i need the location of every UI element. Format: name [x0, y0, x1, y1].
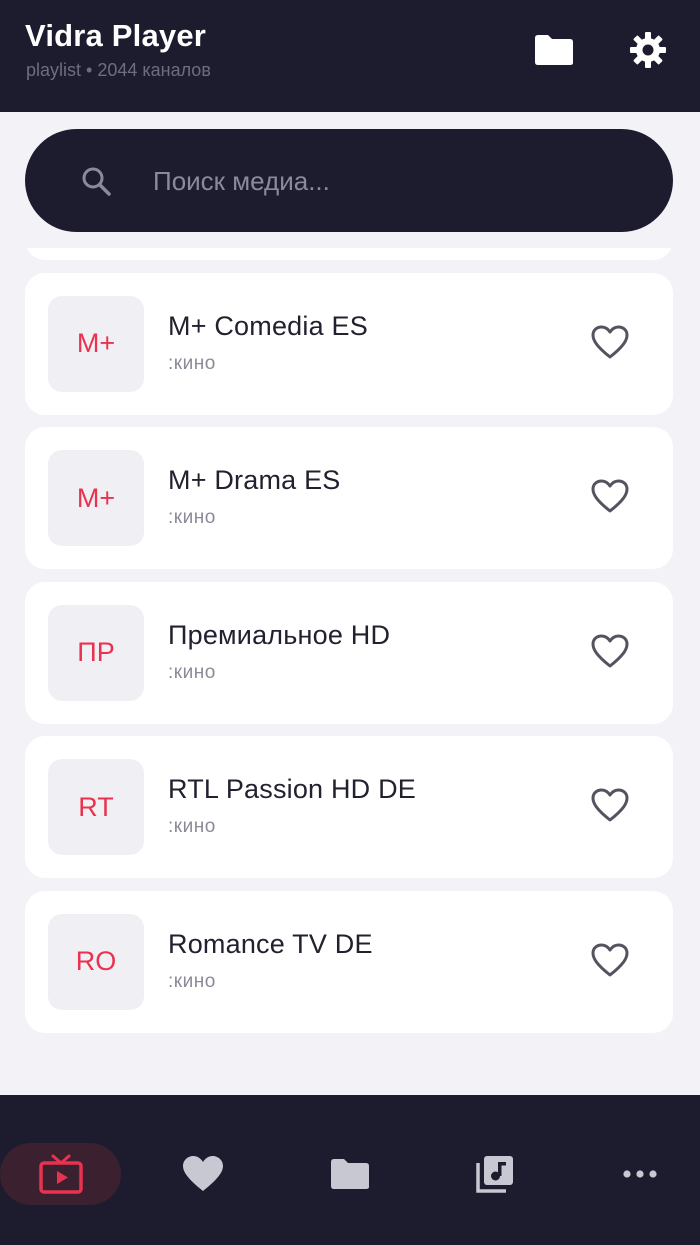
channel-name: M+ Drama ES — [168, 465, 341, 495]
search-icon — [82, 167, 111, 196]
channel-item[interactable]: M+M+ Acción ES:кино — [25, 248, 673, 260]
channel-item[interactable]: M+ M+ Comedia ES :кино — [25, 272, 673, 415]
channel-category: :кино — [168, 970, 216, 992]
channel-name: Romance TV DE — [168, 928, 373, 959]
channel-logo: RT — [48, 759, 144, 855]
channel-category: :кино — [168, 507, 216, 528]
heart-outline-icon — [591, 788, 629, 822]
channel-name: M+ Comedia ES — [168, 310, 368, 341]
channel-item[interactable]: M+ M+ Drama ES :кино — [25, 427, 673, 569]
settings-button[interactable] — [626, 28, 670, 72]
channel-item[interactable]: RT RTL Passion HD DE :кино — [25, 736, 673, 878]
more-dots-icon — [623, 1170, 657, 1178]
channel-category: :кино — [168, 661, 216, 683]
playlist-subtitle: playlist • 2044 каналов — [26, 60, 211, 80]
heart-outline-icon — [591, 634, 629, 667]
channel-name: Премиальное HD — [168, 619, 391, 650]
channel-list[interactable]: M+M+ Acción ES:киноM+M+ Comedia ES:киноM… — [0, 248, 700, 1095]
channel-item[interactable]: RO Romance TV DE :кино — [25, 890, 673, 1033]
tv-icon — [38, 1154, 83, 1194]
favorite-button[interactable] — [590, 632, 630, 672]
app-screen: Vidra Player playlist • 2044 каналов Пои… — [0, 0, 700, 1245]
channel-item[interactable]: ПР Премиальное HD :кино — [25, 581, 673, 724]
favorite-button[interactable] — [590, 323, 630, 363]
folder-icon — [535, 35, 573, 65]
favorite-button[interactable] — [590, 786, 630, 826]
nav-more[interactable] — [615, 1143, 665, 1205]
search-input[interactable] — [153, 159, 633, 203]
channel-category: :кино — [168, 816, 216, 837]
heart-outline-icon — [591, 479, 629, 513]
heart-outline-icon — [591, 325, 629, 358]
nav-favorites[interactable] — [178, 1143, 228, 1205]
folder-icon — [331, 1159, 369, 1189]
channel-logo: RO — [48, 913, 144, 1010]
channel-logo: M+ — [48, 295, 144, 392]
channel-logo: ПР — [48, 604, 144, 701]
heart-outline-icon — [591, 943, 629, 976]
search-bar[interactable] — [25, 129, 673, 232]
music-library-icon — [476, 1156, 513, 1193]
gear-icon — [630, 32, 666, 68]
channel-name: RTL Passion HD DE — [168, 774, 416, 804]
nav-tv[interactable] — [0, 1143, 121, 1205]
nav-library[interactable] — [470, 1143, 520, 1205]
heart-icon — [183, 1156, 223, 1191]
channel-category: :кино — [168, 352, 216, 374]
nav-folders[interactable] — [325, 1143, 375, 1205]
bottom-navigation — [0, 1095, 700, 1245]
open-folder-button[interactable] — [532, 28, 576, 72]
favorite-button[interactable] — [590, 941, 630, 981]
channel-logo: M+ — [48, 450, 144, 546]
app-title: Vidra Player — [25, 18, 207, 53]
favorite-button[interactable] — [590, 477, 630, 517]
app-header: Vidra Player playlist • 2044 каналов — [0, 0, 700, 112]
